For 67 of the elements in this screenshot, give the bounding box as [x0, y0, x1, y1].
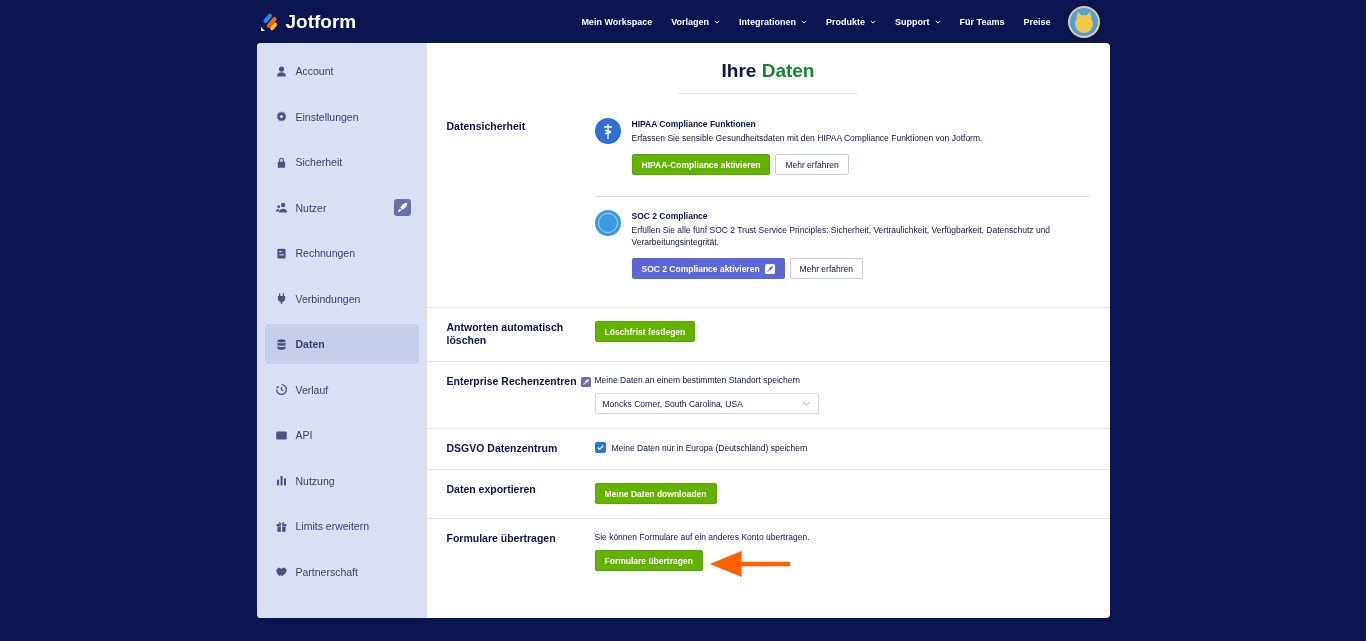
sidebar-item[interactable]: Verbindungen: [264, 278, 419, 319]
nav-link[interactable]: Support: [895, 16, 941, 27]
sidebar-label: Partnerschaft: [295, 565, 359, 578]
sidebar-item[interactable]: Account: [264, 51, 419, 91]
menu-item-icon: [274, 428, 288, 442]
sidebar-item[interactable]: Limits erweitern: [264, 506, 419, 546]
sidebar-item[interactable]: Partnerschaft: [264, 551, 419, 592]
sidebar-label: Einstellungen: [295, 110, 360, 123]
sidebar-label: Verbindungen: [295, 292, 362, 305]
sidebar-label: Rechnungen: [295, 247, 357, 259]
feature-description: Erfassen Sie sensible Gesundheitsdaten mit den HIPAA Compliance Funktionen von Jotform.: [631, 132, 984, 144]
sidebar-label: Account: [295, 65, 335, 77]
sidebar-label: Sicherheit: [295, 156, 344, 168]
sidebar-label: Nutzung: [295, 474, 336, 487]
menu-item-icon: [274, 246, 288, 260]
page-title: Ihre Daten: [721, 60, 815, 82]
nav-link[interactable]: Integrationen: [739, 16, 808, 27]
menu-item-icon: [274, 383, 288, 396]
nav-link[interactable]: Vorlagen: [671, 16, 721, 27]
section-label: Antworten automatisch löschen: [446, 321, 565, 347]
rocket-icon: [764, 263, 775, 274]
caduceus-icon: [594, 118, 621, 144]
sidebar-label: Daten: [295, 338, 326, 350]
nav-link[interactable]: Für Teams: [959, 16, 1005, 27]
seal-icon: [594, 210, 621, 236]
section-label: Datensicherheit: [446, 120, 526, 133]
action-button[interactable]: SOC 2 Compliance aktivieren: [631, 258, 785, 279]
menu-item-icon: [274, 519, 288, 533]
feature-title: SOC 2 Compliance: [631, 211, 709, 221]
sidebar-item[interactable]: Rechnungen: [264, 233, 419, 273]
nav-link[interactable]: Mein Workspace: [581, 16, 653, 27]
checkbox[interactable]: [594, 442, 606, 453]
section-label: Daten exportieren: [446, 483, 536, 496]
sidebar-label: Verlauf: [295, 383, 330, 396]
section-label: Enterprise Rechenzentren: [446, 375, 577, 388]
avatar-icon[interactable]: [1067, 5, 1100, 38]
menu-item-icon: [274, 474, 288, 487]
sidebar-item[interactable]: Verlauf: [264, 369, 419, 410]
menu-item-icon: [274, 110, 288, 123]
menu-item-icon: [274, 201, 288, 214]
sidebar-item[interactable]: Nutzung: [264, 460, 419, 501]
sidebar-label: Limits erweitern: [295, 520, 371, 532]
sidebar-label: Nutzer: [295, 201, 328, 214]
nav-link[interactable]: Preise: [1023, 16, 1051, 27]
section-label: DSGVO Datenzentrum: [446, 442, 558, 455]
sidebar-item[interactable]: Daten: [264, 324, 419, 364]
logo-icon[interactable]: [259, 11, 280, 32]
action-button[interactable]: Mehr erfahren: [789, 258, 863, 279]
nav-link[interactable]: Produkte: [826, 16, 877, 27]
menu-item-icon: [274, 565, 288, 578]
checkbox-label: Meine Daten nur in Europa (Deutschland) speichern: [611, 442, 808, 453]
feature-title: HIPAA Compliance Funktionen: [631, 119, 757, 129]
setting-description: Meine Daten an einem bestimmten Standort speichern: [594, 375, 802, 385]
setting-description: Sie können Formulare auf ein anderes Konto übertragen.: [594, 532, 811, 542]
feature-description: Erfüllen Sie alle fünf SOC 2 Trust Service Principles: Sicherheit, Vertraulichkeit, Verfügbarkeit, Datenschutz und Verarbeitungsintegrität.: [631, 224, 1052, 248]
sidebar-item[interactable]: Einstellungen: [264, 96, 419, 137]
action-button[interactable]: Mehr erfahren: [775, 154, 849, 175]
section-label: Formulare übertragen: [446, 532, 556, 545]
chevron-down-icon: [801, 401, 811, 406]
location-dropdown[interactable]: Moncks Corner, South Carolina, USA: [594, 393, 819, 414]
sidebar-label: API: [295, 429, 314, 441]
sidebar-item[interactable]: Nutzer: [264, 187, 419, 228]
brand-name[interactable]: Jotform: [285, 10, 357, 33]
sidebar-item[interactable]: Sicherheit: [264, 142, 419, 182]
menu-item-icon: [274, 64, 288, 78]
sidebar-item[interactable]: API: [264, 415, 419, 455]
menu-item-icon: [274, 337, 288, 351]
